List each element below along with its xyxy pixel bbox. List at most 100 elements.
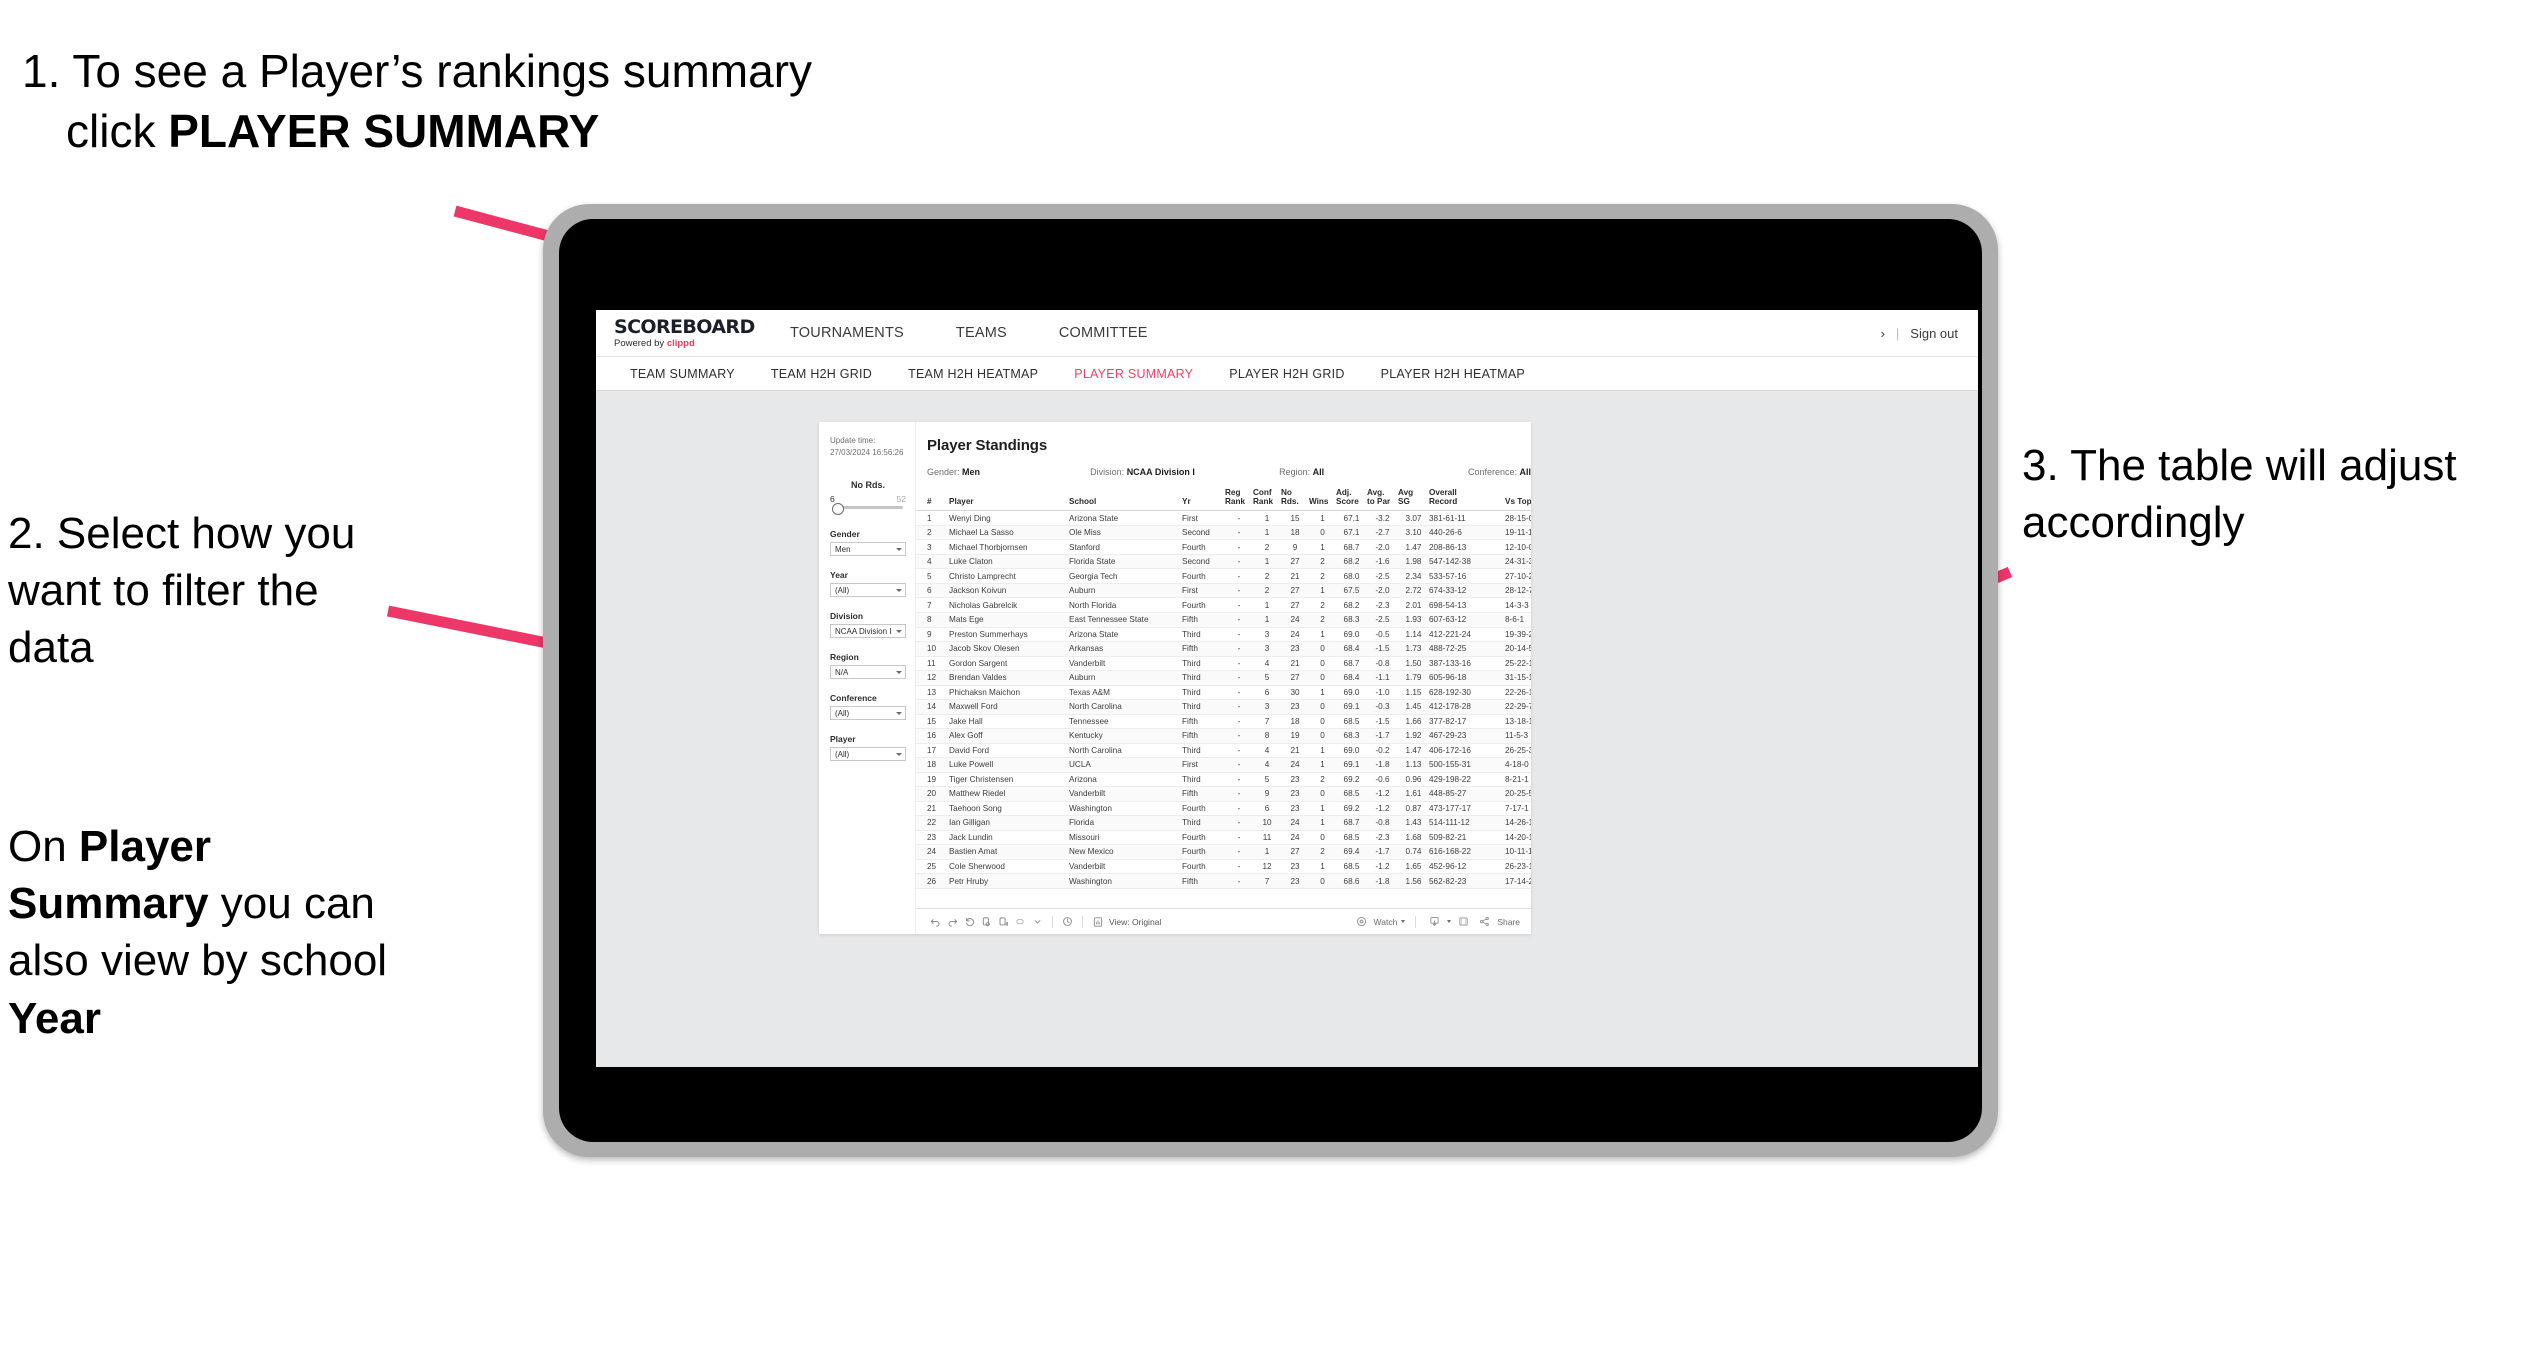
table-row[interactable]: 18 Luke Powell UCLA First -4 24 1 69.1 -1.8 1.13 5… — [916, 757, 1531, 773]
table-row[interactable]: 15 Jake Hall Tennessee Fifth -7 18 0 68.5 -1.5 1.… — [916, 714, 1531, 730]
cell-num: 6 — [1253, 801, 1281, 817]
table-row[interactable]: 6 Jackson Koivun Auburn First -2 27 1 67.5 -2.0 2… — [916, 583, 1531, 599]
filter-select-gender[interactable]: Men — [830, 542, 906, 557]
table-row[interactable]: 19 Tiger Christensen Arizona Third -5 23 2 69.2… — [916, 772, 1531, 788]
table-row[interactable]: 9 Preston Summerhays Arizona State Third -3 2… — [916, 627, 1531, 642]
filter-select-region[interactable]: N/A — [830, 665, 906, 680]
col-avg-to-par[interactable]: Avg. to Par — [1367, 488, 1398, 512]
col-no-rds[interactable]: No Rds. — [1281, 488, 1309, 512]
col-reg-rank[interactable]: Reg Rank — [1225, 488, 1253, 512]
tab-player-summary[interactable]: PLAYER SUMMARY — [1056, 367, 1211, 381]
revert-icon[interactable] — [961, 913, 978, 930]
filter-select-year[interactable]: (All) — [830, 583, 906, 598]
tab-team-h2h-heatmap[interactable]: TEAM H2H HEATMAP — [890, 367, 1056, 381]
download-icon[interactable] — [1426, 913, 1443, 930]
chevron-down-icon[interactable] — [1029, 913, 1046, 930]
col-avg-sg[interactable]: Avg SG — [1398, 488, 1429, 512]
watch-icon[interactable] — [1353, 913, 1370, 930]
share-icon[interactable] — [1476, 913, 1493, 930]
cell-dec: 67.1 — [1336, 525, 1367, 541]
col-conf-rank[interactable]: Conf Rank — [1253, 488, 1281, 512]
cell-vs: 22-26-1 — [1505, 685, 1531, 701]
col-vs-top-25[interactable]: Vs Top 25 — [1505, 488, 1531, 512]
table-row[interactable]: 21 Taehoon Song Washington Fourth -6 23 1 69.2-… — [916, 801, 1531, 817]
table-row[interactable]: 10 Jacob Skov Olesen Arkansas Fifth -3 23 0 68.… — [916, 641, 1531, 657]
cell-num: 1 — [1253, 844, 1281, 860]
table-row[interactable]: 16 Alex Goff Kentucky Fifth -8 19 0 68.3 -1.7 1.9… — [916, 728, 1531, 744]
meta-region-label: Region: — [1279, 467, 1313, 477]
cell-yr: Fifth — [1182, 612, 1225, 628]
slider-handle[interactable] — [832, 502, 845, 515]
table-row[interactable]: 4 Luke Claton Florida State Second -1 27 2 68.2… — [916, 554, 1531, 570]
table-row[interactable]: 24 Bastien Amat New Mexico Fourth -1 27 2 69.4-… — [916, 844, 1531, 860]
chevron-down-icon[interactable] — [1401, 920, 1406, 923]
table-row[interactable]: 5 Christo Lamprecht Georgia Tech Fourth -2 21… — [916, 568, 1531, 584]
cell-num: - — [1225, 699, 1253, 715]
col-wins[interactable]: Wins — [1309, 488, 1336, 512]
cell-rec: 500-155-31 — [1429, 757, 1505, 773]
undo-icon[interactable] — [927, 913, 944, 930]
share-label[interactable]: Share — [1497, 917, 1520, 927]
filter-select-conference[interactable]: (All) — [830, 706, 906, 721]
cell-yr: Fourth — [1182, 597, 1225, 613]
col-rank[interactable]: # — [916, 488, 949, 512]
cell-yr: Third — [1182, 627, 1225, 642]
cell-num: 24 — [1281, 627, 1309, 642]
col-overall-record[interactable]: Overall Record — [1429, 488, 1505, 512]
cell-num: 2 — [1253, 539, 1281, 555]
table-row[interactable]: 23 Jack Lundin Missouri Fourth -11 24 0 68.5 -2.… — [916, 830, 1531, 846]
scoreboard-logo[interactable]: SCOREBOARD Powered by clippd — [614, 317, 755, 349]
redo-icon[interactable] — [944, 913, 961, 930]
cell-num: 7 — [1253, 714, 1281, 730]
refresh-icon[interactable] — [1059, 913, 1076, 930]
pause-icon[interactable] — [978, 913, 995, 930]
cell-num: 5 — [1253, 670, 1281, 686]
table-row[interactable]: 12 Brendan Valdes Auburn Third -5 27 0 68.4 -1.1… — [916, 670, 1531, 686]
stop-icon[interactable] — [1012, 913, 1029, 930]
cell-wins: 0 — [1309, 699, 1336, 715]
cell-dec: -2.5 — [1367, 612, 1398, 628]
table-row[interactable]: 17 David Ford North Carolina Third -4 21 1 69.0… — [916, 743, 1531, 759]
nav-item-committee[interactable]: COMMITTEE — [1033, 325, 1174, 341]
fullscreen-icon[interactable] — [1455, 913, 1472, 930]
no-rounds-slider[interactable] — [832, 502, 903, 515]
filter-select-player[interactable]: (All) — [830, 747, 906, 762]
cell-rec: 406-172-16 — [1429, 743, 1505, 759]
table-row[interactable]: 11 Gordon Sargent Vanderbilt Third -4 21 0 68.7… — [916, 656, 1531, 672]
table-row[interactable]: 14 Maxwell Ford North Carolina Third -3 23 0 69… — [916, 699, 1531, 715]
table-row[interactable]: 7 Nicholas Gabrelcik North Florida Fourth -1… — [916, 597, 1531, 613]
tab-team-h2h-grid[interactable]: TEAM H2H GRID — [753, 367, 890, 381]
table-row[interactable]: 22 Ian Gilligan Florida Third -10 24 1 68.7 -0.8… — [916, 815, 1531, 831]
filter-select-division[interactable]: NCAA Division I — [830, 624, 906, 639]
table-row[interactable]: 8 Mats Ege East Tennessee State Fifth -1 24 2 6… — [916, 612, 1531, 628]
nav-item-teams[interactable]: TEAMS — [930, 325, 1033, 341]
col-adj-score[interactable]: Adj. Score — [1336, 488, 1367, 512]
table-row[interactable]: 1 Wenyi Ding Arizona State First -1 15 1 67.1 -3… — [916, 510, 1531, 526]
user-chevron-icon[interactable]: › — [1881, 326, 1885, 341]
tab-player-h2h-grid[interactable]: PLAYER H2H GRID — [1211, 367, 1362, 381]
col-school[interactable]: School — [1069, 488, 1182, 512]
standings-table-scroll[interactable]: # Player School Yr Reg Rank Conf Rank No Rd… — [916, 488, 1531, 908]
resume-icon[interactable] — [995, 913, 1012, 930]
col-player[interactable]: Player — [949, 488, 1069, 512]
nav-item-tournaments[interactable]: TOURNAMENTS — [764, 325, 930, 341]
table-row[interactable]: 26 Petr Hruby Washington Fifth -7 23 0 68.6 -1.8… — [916, 873, 1531, 889]
table-row[interactable]: 2 Michael La Sasso Ole Miss Second -1 18 0 67.1… — [916, 525, 1531, 541]
cell-rec: 381-61-11 — [1429, 510, 1505, 526]
table-row[interactable]: 25 Cole Sherwood Vanderbilt Fourth -12 23 1 68.… — [916, 859, 1531, 875]
table-row[interactable]: 20 Matthew Riedel Vanderbilt Fifth -9 23 0 68.5… — [916, 786, 1531, 802]
chevron-down-icon[interactable] — [1447, 920, 1452, 923]
cell-num: 4 — [1253, 656, 1281, 672]
sign-out-link[interactable]: Sign out — [1910, 326, 1958, 341]
tab-player-h2h-heatmap[interactable]: PLAYER H2H HEATMAP — [1363, 367, 1543, 381]
table-row[interactable]: 13 Phichaksn Maichon Texas A&M Third -6 30 1 69… — [916, 685, 1531, 701]
table-row[interactable]: 3 Michael Thorbjornsen Stanford Fourth -2 9 1 6… — [916, 539, 1531, 555]
col-year[interactable]: Yr — [1182, 488, 1225, 512]
tab-team-summary[interactable]: TEAM SUMMARY — [612, 367, 753, 381]
cell-num: - — [1225, 830, 1253, 846]
cell-yr: Third — [1182, 815, 1225, 831]
cell-dec: 68.4 — [1336, 670, 1367, 686]
watch-label[interactable]: Watch — [1374, 917, 1398, 927]
view-original-button[interactable]: View: Original — [1089, 913, 1161, 930]
cell-rank: 11 — [916, 656, 949, 672]
